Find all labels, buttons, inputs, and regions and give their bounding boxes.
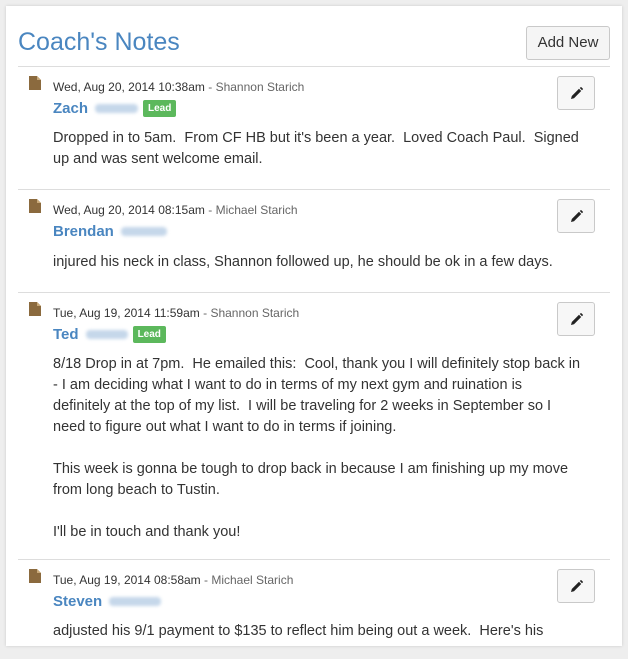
note-member-row: Brendan — [53, 221, 167, 241]
member-lastname-redacted — [85, 329, 128, 339]
edit-note-button[interactable] — [557, 302, 595, 336]
note-author: - Michael Starich — [204, 203, 298, 217]
member-name-link[interactable]: Brendan — [53, 223, 114, 240]
note-item: Wed, Aug 20, 2014 08:15am - Michael Star… — [18, 189, 610, 293]
note-body: Dropped in to 5am. From CF HB but it's b… — [53, 130, 583, 167]
note-meta: Wed, Aug 20, 2014 10:38am - Shannon Star… — [53, 80, 304, 94]
note-author: - Shannon Starich — [204, 80, 305, 94]
lead-badge: Lead — [132, 325, 166, 343]
panel-header: Coach's Notes Add New — [18, 6, 610, 67]
pencil-icon — [570, 312, 583, 325]
note-body: adjusted his 9/1 payment to $135 to refl… — [53, 623, 544, 639]
note-timestamp: Wed, Aug 20, 2014 10:38am — [53, 80, 205, 94]
member-name-link[interactable]: Steven — [53, 593, 102, 610]
note-item: Wed, Aug 20, 2014 10:38am - Shannon Star… — [18, 66, 610, 190]
note-member-row: Ted Lead — [53, 324, 166, 344]
member-lastname-redacted — [95, 103, 139, 113]
note-icon — [29, 199, 41, 213]
pencil-icon — [570, 86, 583, 99]
lead-badge: Lead — [143, 99, 177, 117]
coaches-notes-panel: Coach's Notes Add New Wed, Aug 20, 2014 … — [6, 6, 622, 646]
note-icon — [29, 76, 41, 90]
note-body: injured his neck in class, Shannon follo… — [53, 254, 553, 270]
edit-note-button[interactable] — [557, 569, 595, 603]
note-icon — [29, 302, 41, 316]
note-author: - Michael Starich — [200, 573, 294, 587]
note-item: Tue, Aug 19, 2014 08:58am - Michael Star… — [18, 559, 610, 659]
note-meta: Wed, Aug 20, 2014 08:15am - Michael Star… — [53, 203, 298, 217]
note-author: - Shannon Starich — [199, 306, 300, 320]
note-member-row: Steven — [53, 591, 162, 611]
pencil-icon — [570, 579, 583, 592]
note-item: Tue, Aug 19, 2014 11:59am - Shannon Star… — [18, 292, 610, 560]
member-lastname-redacted — [109, 596, 162, 606]
edit-note-button[interactable] — [557, 76, 595, 110]
add-new-button[interactable]: Add New — [526, 26, 610, 60]
note-timestamp: Tue, Aug 19, 2014 11:59am — [53, 306, 200, 320]
note-icon — [29, 569, 41, 583]
note-member-row: Zach Lead — [53, 98, 177, 118]
note-body: 8/18 Drop in at 7pm. He emailed this: Co… — [53, 356, 581, 540]
note-meta: Tue, Aug 19, 2014 11:59am - Shannon Star… — [53, 306, 299, 320]
edit-note-button[interactable] — [557, 199, 595, 233]
pencil-icon — [570, 209, 583, 222]
note-meta: Tue, Aug 19, 2014 08:58am - Michael Star… — [53, 573, 293, 587]
member-name-link[interactable]: Ted — [53, 326, 79, 343]
page-title: Coach's Notes — [18, 28, 180, 56]
member-lastname-redacted — [120, 226, 167, 236]
note-timestamp: Wed, Aug 20, 2014 08:15am — [53, 203, 205, 217]
note-timestamp: Tue, Aug 19, 2014 08:58am — [53, 573, 201, 587]
member-name-link[interactable]: Zach — [53, 100, 88, 117]
